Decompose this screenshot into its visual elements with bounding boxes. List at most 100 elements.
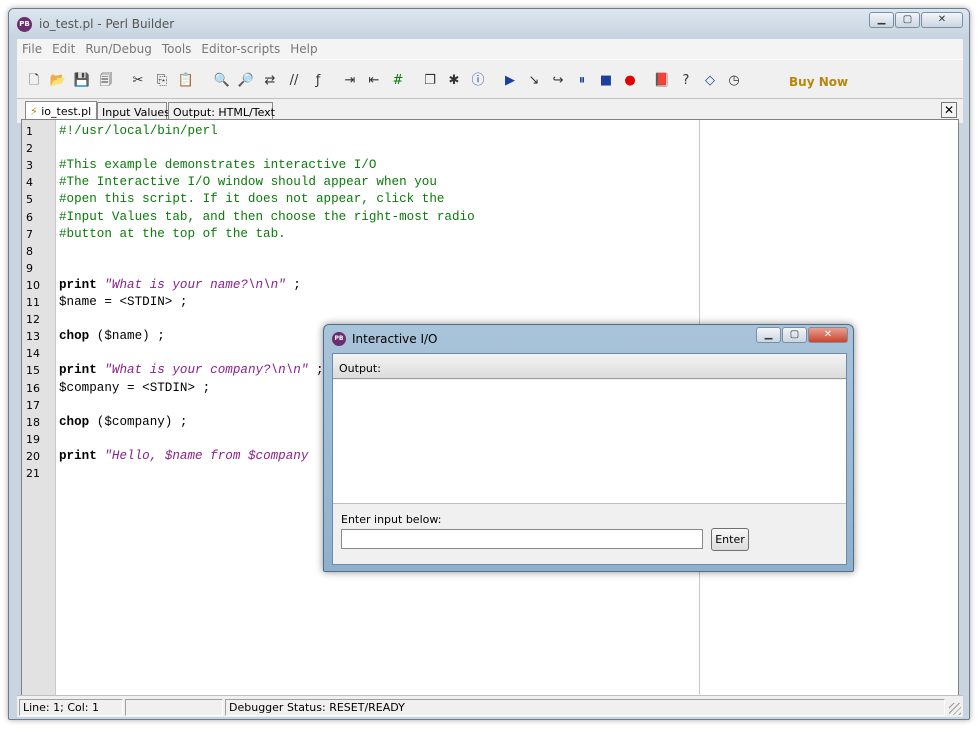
code-line[interactable]: chop ($company) ; — [59, 415, 187, 429]
replace-icon[interactable]: ⇄ — [261, 72, 279, 90]
stop-icon[interactable]: ■ — [597, 72, 615, 90]
tab-label: Output: HTML/Text — [173, 106, 275, 119]
line-number: 5 — [26, 193, 33, 207]
pod-icon[interactable]: ◇ — [701, 72, 719, 90]
resize-grip[interactable] — [949, 703, 961, 715]
run-icon[interactable]: ▶ — [501, 72, 519, 90]
dialog-maximize-button[interactable]: ▢ — [782, 327, 807, 343]
line-number: 6 — [26, 210, 33, 224]
line-number: 4 — [26, 176, 33, 190]
indent-icon[interactable]: ⇥ — [341, 72, 359, 90]
breakpoint-icon[interactable]: ● — [621, 72, 639, 90]
new-file-icon[interactable]: 🗋 — [25, 72, 43, 90]
code-line[interactable]: #The Interactive I/O window should appea… — [59, 175, 437, 189]
minimize-icon: ▁ — [764, 329, 773, 340]
find-next-icon[interactable]: 🔎 — [237, 72, 255, 90]
buy-now-link[interactable]: Buy Now — [789, 75, 848, 89]
line-number: 16 — [26, 381, 40, 395]
code-line[interactable]: #This example demonstrates interactive I… — [59, 158, 376, 172]
code-token-plain: ; — [308, 363, 324, 378]
code-line[interactable]: print "What is your name?\n\n" ; — [59, 278, 301, 292]
menu-editor-scripts[interactable]: Editor-scripts — [196, 39, 285, 56]
line-number: 20 — [26, 449, 40, 463]
code-token-str: "Hello, $name from $company — [104, 448, 309, 463]
input-field[interactable] — [341, 529, 703, 549]
tab-label: Input Values — [102, 106, 170, 119]
clock-icon[interactable]: ◷ — [725, 72, 743, 90]
code-line[interactable]: chop ($name) ; — [59, 329, 165, 343]
code-line[interactable]: $company = <STDIN> ; — [59, 381, 210, 395]
status-panel-empty — [125, 699, 223, 716]
cgi-icon[interactable]: ✱ — [445, 72, 463, 90]
paste-icon[interactable]: 📋 — [177, 72, 195, 90]
code-line[interactable]: print "What is your company?\n\n" ; — [59, 363, 324, 377]
code-token-kw: print — [59, 448, 97, 463]
toolbar: Buy Now 🗋 📂 💾 🗐 ✂ ⎘ 📋 🔍 🔎 ⇄ // ƒ ⇥ ⇤ # ❐ ✱ ⓘ ▶ ↘ ↪ ⏸ ■ ● 📕? ◇ ◷ — [17, 59, 963, 99]
output-header: Output: — [333, 354, 846, 379]
line-number: 1 — [26, 125, 33, 138]
copy-icon[interactable]: ⎘ — [153, 72, 171, 90]
context-help-icon[interactable]: ? — [677, 72, 695, 90]
dialog-title: Interactive I/O — [352, 332, 438, 346]
comment-icon[interactable]: // — [285, 72, 303, 90]
code-token-plain: $name = <STDIN> ; — [59, 295, 188, 309]
tab-label: io_test.pl — [41, 105, 92, 118]
line-number: 14 — [26, 347, 40, 361]
code-token-str: "What is your company?\n\n" — [104, 363, 309, 378]
menu-edit[interactable]: Edit — [47, 39, 80, 56]
code-token-kw: chop — [59, 329, 90, 344]
code-token-comment: #Input Values tab, and then choose the r… — [59, 209, 475, 224]
line-number: 18 — [26, 415, 40, 429]
enter-button[interactable]: Enter — [711, 528, 749, 551]
cut-icon[interactable]: ✂ — [129, 72, 147, 90]
close-button[interactable]: ✕ — [921, 12, 963, 28]
outdent-icon[interactable]: ⇤ — [365, 72, 383, 90]
perl-builder-app-icon: PB — [17, 17, 32, 32]
code-line[interactable]: #Input Values tab, and then choose the r… — [59, 210, 475, 224]
code-token-str: "What is your name?\n\n" — [104, 277, 286, 292]
dialog-minimize-button[interactable]: ▁ — [756, 327, 781, 343]
code-line[interactable]: print "Hello, $name from $company — [59, 449, 308, 463]
menu-run-debug[interactable]: Run/Debug — [80, 39, 157, 56]
code-line[interactable]: #!/usr/local/bin/perl — [59, 124, 218, 138]
code-line[interactable]: $name = <STDIN> ; — [59, 295, 187, 309]
hash-icon[interactable]: # — [389, 72, 407, 90]
status-bar: Line: 1; Col: 1 Debugger Status: RESET/R… — [17, 695, 963, 717]
code-token-kw: chop — [59, 414, 90, 429]
help-book-icon[interactable]: 📕 — [653, 72, 671, 90]
code-token-kw: print — [59, 363, 97, 378]
pause-icon[interactable]: ⏸ — [573, 72, 591, 90]
code-line[interactable]: #open this script. If it does not appear… — [59, 192, 444, 206]
menu-help[interactable]: Help — [285, 39, 322, 56]
sub-icon[interactable]: ƒ — [309, 72, 327, 90]
interactive-io-dialog: PB Interactive I/O ▁ ▢ ✕ Output: Enter i… — [323, 324, 854, 572]
window-icon[interactable]: ❐ — [421, 72, 439, 90]
menu-file[interactable]: File — [17, 39, 47, 56]
line-number: 3 — [26, 159, 33, 173]
dialog-close-button[interactable]: ✕ — [808, 327, 848, 343]
line-number: 8 — [26, 244, 33, 258]
minimize-button[interactable]: ▁ — [869, 12, 894, 28]
save-all-icon[interactable]: 🗐 — [97, 72, 115, 90]
output-area[interactable] — [333, 380, 846, 504]
line-number: 12 — [26, 313, 40, 327]
code-token-plain: ; — [285, 277, 301, 292]
code-line[interactable]: #button at the top of the tab. — [59, 227, 286, 241]
menu-tools[interactable]: Tools — [157, 39, 197, 56]
cursor-position: Line: 1; Col: 1 — [19, 699, 123, 716]
close-tab-button[interactable]: ✕ — [941, 102, 957, 118]
maximize-button[interactable]: ▢ — [895, 12, 920, 28]
line-number: 21 — [26, 467, 40, 480]
step-icon[interactable]: ↘ — [525, 72, 543, 90]
code-token-plain: ($company) ; — [89, 414, 188, 429]
find-icon[interactable]: 🔍 — [213, 72, 231, 90]
title-bar[interactable]: PB io_test.pl - Perl Builder ▁ ▢ ✕ — [9, 9, 969, 39]
step-over-icon[interactable]: ↪ — [549, 72, 567, 90]
open-folder-icon[interactable]: 📂 — [49, 72, 67, 90]
close-icon: ✕ — [937, 14, 947, 25]
line-number: 2 — [26, 142, 33, 156]
lightning-icon: ⚡ — [30, 105, 38, 118]
code-token-comment: #The Interactive I/O window should appea… — [59, 175, 437, 190]
io-icon[interactable]: ⓘ — [469, 72, 487, 90]
save-icon[interactable]: 💾 — [73, 72, 91, 90]
